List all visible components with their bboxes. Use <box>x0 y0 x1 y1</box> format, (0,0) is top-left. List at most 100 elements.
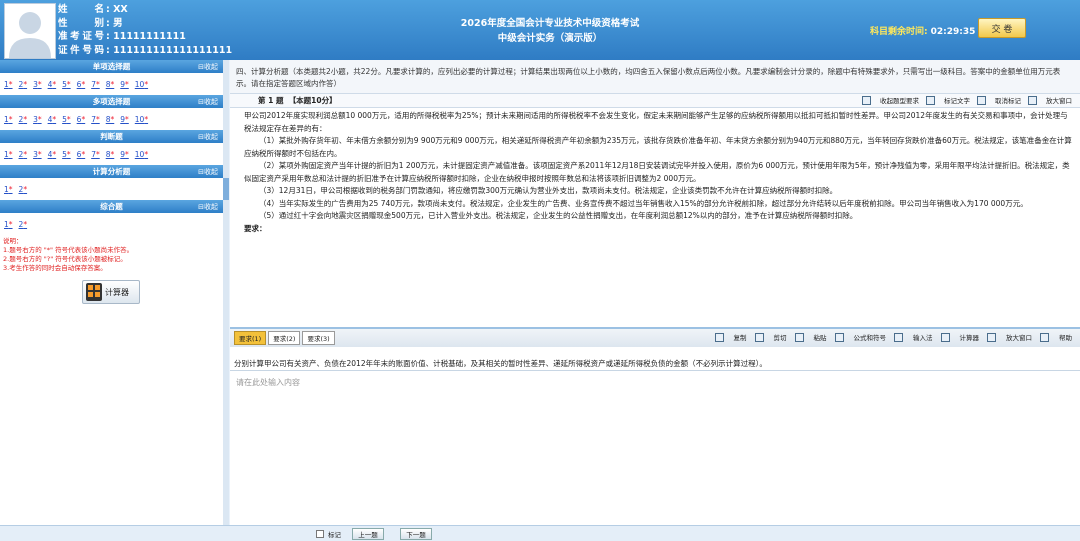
question-link[interactable]: 5* <box>62 80 71 89</box>
question-link[interactable]: 6* <box>77 115 86 124</box>
question-link[interactable]: 1* <box>4 150 13 159</box>
question-link[interactable]: 2* <box>19 150 28 159</box>
tool-icon <box>794 332 804 342</box>
answer-input[interactable]: 请在此处输入内容 <box>230 370 1080 523</box>
candidate-field-label: 姓 名 <box>58 4 104 15</box>
question-link[interactable]: 2* <box>19 115 28 124</box>
unanswered-mark: * <box>52 79 57 89</box>
question-tool[interactable]: 取消标记 <box>977 95 1021 105</box>
question-link[interactable]: 6* <box>77 150 86 159</box>
question-link[interactable]: 8* <box>106 80 115 89</box>
question-link[interactable]: 2* <box>19 80 28 89</box>
unanswered-mark: * <box>66 79 71 89</box>
answer-tool-label: 复制 <box>733 334 747 342</box>
calculator-button[interactable]: 计算器 <box>82 280 140 304</box>
question-link[interactable]: 1* <box>4 115 13 124</box>
question-number-list: 1* 2* 3* 4* 5* 6* 7* 8* 9* 10* <box>0 108 223 130</box>
next-question-button[interactable]: 下一题 <box>400 528 432 540</box>
unanswered-mark: * <box>8 149 13 159</box>
question-link[interactable]: 4* <box>48 80 57 89</box>
question-link[interactable]: 8* <box>106 150 115 159</box>
note-line: 2.题号右方的 "?" 符号代表该小题被标记。 <box>3 255 127 263</box>
collapse-link[interactable]: ⊟收起 <box>198 167 218 177</box>
question-link[interactable]: 9* <box>120 80 129 89</box>
answer-tool[interactable]: 放大窗口 <box>987 332 1032 342</box>
answer-tool[interactable]: 公式和符号 <box>834 332 886 342</box>
question-link[interactable]: 3* <box>33 80 42 89</box>
question-link[interactable]: 10* <box>135 115 148 124</box>
question-link[interactable]: 8* <box>106 115 115 124</box>
section-title: 多项选择题 <box>92 97 131 106</box>
unanswered-mark: * <box>23 79 28 89</box>
answer-tool-label: 帮助 <box>1059 334 1072 342</box>
tool-icon <box>894 332 903 342</box>
section-header: 多项选择题 ⊟收起 <box>0 95 223 108</box>
answer-tool[interactable]: 剪切 <box>754 332 787 342</box>
tool-icon <box>754 332 764 342</box>
section-title: 计算分析题 <box>92 167 131 176</box>
collapse-link[interactable]: ⊟收起 <box>198 97 218 107</box>
question-link[interactable]: 7* <box>91 115 100 124</box>
prev-question-button[interactable]: 上一题 <box>352 528 384 540</box>
tool-icon <box>977 95 986 105</box>
question-link[interactable]: 7* <box>91 80 100 89</box>
flag-checkbox[interactable] <box>316 530 324 538</box>
question-link[interactable]: 10* <box>135 80 148 89</box>
answer-tool[interactable]: 计算器 <box>940 332 979 342</box>
tool-icon <box>862 95 871 105</box>
question-number-list: 1* 2* <box>0 178 223 200</box>
question-link[interactable]: 10* <box>135 150 148 159</box>
question-link[interactable]: 2* <box>19 220 28 229</box>
question-link[interactable]: 9* <box>120 150 129 159</box>
question-link[interactable]: 5* <box>62 115 71 124</box>
question-link[interactable]: 7* <box>91 150 100 159</box>
question-link[interactable]: 1* <box>4 80 13 89</box>
question-link[interactable]: 3* <box>33 115 42 124</box>
question-paragraph: 甲公司2012年度实现利润总额10 000万元，适用的所得税税率为25%；预计未… <box>244 111 1068 133</box>
question-tool[interactable]: 放大窗口 <box>1028 95 1072 105</box>
flag-label: 标记 <box>328 531 341 539</box>
requirement-tab[interactable]: 要求(2) <box>268 331 301 345</box>
candidate-field-label: 准考证号 <box>58 31 104 42</box>
collapse-link[interactable]: ⊟收起 <box>198 202 218 212</box>
question-link[interactable]: 4* <box>48 150 57 159</box>
question-link[interactable]: 3* <box>33 150 42 159</box>
collapse-link[interactable]: ⊟收起 <box>198 132 218 142</box>
question-link[interactable]: 9* <box>120 115 129 124</box>
question-tool-label: 标记文字 <box>944 97 970 105</box>
collapse-link[interactable]: ⊟收起 <box>198 62 218 72</box>
unanswered-mark: * <box>125 79 129 89</box>
unanswered-mark: * <box>110 149 115 159</box>
question-tool[interactable]: 标记文字 <box>926 95 970 105</box>
answer-tool[interactable]: 输入法 <box>894 332 933 342</box>
unanswered-mark: * <box>8 79 13 89</box>
section-header: 单项选择题 ⊟收起 <box>0 60 223 73</box>
answer-tool[interactable]: 帮助 <box>1040 332 1072 342</box>
question-link[interactable]: 6* <box>77 80 86 89</box>
answer-tool[interactable]: 复制 <box>714 332 747 342</box>
question-link[interactable]: 1* <box>4 220 13 229</box>
unanswered-mark: * <box>23 114 28 124</box>
section-header: 综合题 ⊟收起 <box>0 200 223 213</box>
candidate-photo <box>4 3 56 59</box>
requirement-tabs: 要求(1) 要求(2) 要求(3) <box>234 331 337 345</box>
question-tool[interactable]: 收起题型要求 <box>862 95 919 105</box>
answer-tool[interactable]: 粘贴 <box>794 332 827 342</box>
unanswered-mark: * <box>66 114 71 124</box>
question-link[interactable]: 5* <box>62 150 71 159</box>
question-link[interactable]: 1* <box>4 185 13 194</box>
requirement-tab[interactable]: 要求(1) <box>234 331 267 345</box>
unanswered-mark: * <box>95 114 100 124</box>
panel-splitter[interactable] <box>223 60 229 525</box>
question-link[interactable]: 4* <box>48 115 57 124</box>
submit-button[interactable]: 交 卷 <box>978 18 1026 38</box>
unanswered-mark: * <box>125 149 129 159</box>
splitter-handle[interactable] <box>223 178 229 200</box>
requirement-tab[interactable]: 要求(3) <box>302 331 335 345</box>
question-toolbar: 第 1 题 【本题10分】 收起题型要求 标记文字 取消标记 放大窗口 <box>230 93 1080 108</box>
answer-toolbar: 要求(1) 要求(2) 要求(3) 复制 剪切 粘贴 公式和符号 输入法 计算器 放大窗口 帮助 <box>230 327 1080 347</box>
question-link[interactable]: 2* <box>19 185 28 194</box>
section-title: 判断题 <box>100 132 123 141</box>
remaining-time: 科目剩余时间: 02:29:35 <box>870 24 975 37</box>
flag-question[interactable]: 标记 <box>316 529 341 539</box>
